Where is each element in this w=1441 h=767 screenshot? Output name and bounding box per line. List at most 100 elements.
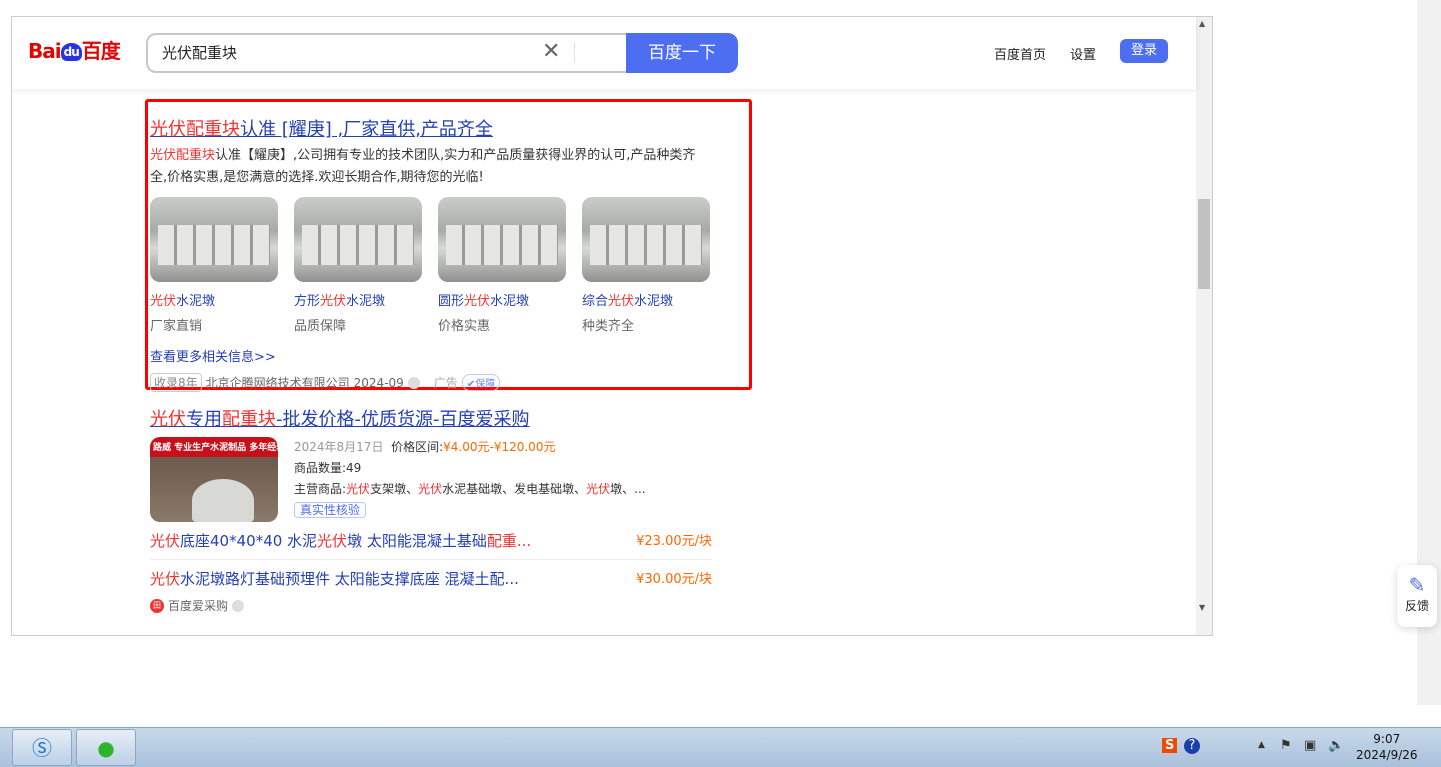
- help-icon[interactable]: ?: [1184, 738, 1200, 754]
- product-text: 墩 太阳能混凝土基础: [347, 532, 487, 550]
- feedback-label: 反馈: [1404, 599, 1429, 613]
- card-subtitle: 价格实惠: [438, 319, 491, 334]
- home-link[interactable]: 百度首页: [994, 44, 1046, 63]
- title-highlight: 光伏配重块: [150, 119, 240, 140]
- volume-icon[interactable]: 🔈: [1328, 738, 1344, 753]
- product-highlight: 光伏: [317, 532, 348, 550]
- desc-highlight: 光伏配重块: [150, 148, 216, 163]
- logo-paw: du: [60, 43, 82, 61]
- guarantee-label: 保障: [475, 379, 496, 390]
- product-row[interactable]: 光伏水泥墩路灯基础预埋件 太阳能支撑底座 混凝土配... ¥30.00元/块: [150, 560, 712, 597]
- taskbar: Ⓢ ● S ? ▲ ⚑ ▣ 🔈 9:07 2024/9/26: [0, 727, 1441, 767]
- company-name[interactable]: 北京企腾网络技术有限公司: [206, 374, 350, 391]
- ad-label: 广告: [433, 376, 458, 390]
- product-text: 底座40*40*40 水泥: [180, 532, 318, 550]
- result-title-link[interactable]: 光伏专用配重块-批发价格-优质货源-百度爱采购: [150, 409, 529, 430]
- desc-text: 认准【耀庚】,公司拥有专业的技术团队,实力和产品质量获得业界的认可,产品种类齐全…: [150, 148, 696, 185]
- card-title: 综合: [582, 294, 609, 309]
- action-center-flag-icon[interactable]: ⚑: [1280, 738, 1292, 753]
- clock-time: 9:07: [1373, 732, 1401, 746]
- product-card[interactable]: 方形光伏水泥墩品质保障: [294, 197, 422, 334]
- product-image[interactable]: [150, 197, 278, 282]
- card-title-highlight: 光伏: [320, 294, 347, 309]
- scroll-down-icon[interactable]: ▼: [1199, 603, 1205, 612]
- title-text: 认准 [耀庚] ,厂家直供,产品齐全: [240, 119, 493, 140]
- title-text: -批发价格-优质货源-百度爱采购: [276, 409, 530, 430]
- guarantee-badge[interactable]: ✔保障: [461, 374, 501, 391]
- product-row[interactable]: 光伏底座40*40*40 水泥光伏墩 太阳能混凝土基础配重... ¥23.00元/…: [150, 522, 712, 560]
- result-description: 光伏配重块认准【耀庚】,公司拥有专业的技术团队,实力和产品质量获得业界的认可,产…: [150, 145, 712, 189]
- scrollbar-thumb[interactable]: [1198, 199, 1210, 289]
- sogou-ime-icon[interactable]: S: [1162, 738, 1178, 753]
- show-hidden-icon[interactable]: ▲: [1258, 740, 1265, 750]
- main-highlight: 光伏: [586, 482, 611, 496]
- main-highlight: 光伏: [346, 482, 371, 496]
- clock-date: 2024/9/26: [1356, 748, 1418, 762]
- shop-image[interactable]: 路威 专业生产水泥制品 多年经验: [150, 437, 278, 522]
- main-text: 墩、...: [610, 482, 646, 496]
- card-title-highlight: 光伏: [464, 294, 491, 309]
- main-label: 主营商品:: [294, 482, 347, 496]
- result-title-link[interactable]: 光伏配重块认准 [耀庚] ,厂家直供,产品齐全: [150, 119, 493, 140]
- result-source: 收录8年 北京企腾网络技术有限公司 2024-09 广告 ✔保障: [150, 373, 712, 392]
- product-highlight: 配重...: [486, 532, 532, 550]
- clock[interactable]: 9:07 2024/9/26: [1356, 731, 1418, 763]
- network-icon[interactable]: ▣: [1304, 738, 1316, 753]
- card-title-highlight: 光伏: [608, 294, 635, 309]
- source-name[interactable]: 百度爱采购: [168, 597, 228, 614]
- product-text: 水泥墩路灯基础预埋件 太阳能支撑底座 混凝土配...: [180, 570, 519, 588]
- price-range: ¥4.00元-¥120.00元: [443, 440, 556, 454]
- feedback-button[interactable]: ✎ 反馈: [1397, 565, 1437, 627]
- dropdown-icon[interactable]: [232, 599, 245, 612]
- browser-frame: 光伏配重块认准 [耀庚] ,厂家直供,产品齐全 光伏配重块认准【耀庚】,公司拥有…: [11, 16, 1213, 636]
- card-title: 水泥墩: [634, 294, 674, 309]
- main-text: 水泥基础墩、发电基础墩、: [442, 482, 587, 496]
- settings-link[interactable]: 设置: [1070, 44, 1096, 63]
- product-card[interactable]: 综合光伏水泥墩种类齐全: [582, 197, 710, 334]
- scrollbar[interactable]: [1196, 17, 1212, 635]
- card-subtitle: 厂家直销: [150, 319, 203, 334]
- product-card[interactable]: 光伏水泥墩厂家直销: [150, 197, 278, 334]
- card-title: 水泥墩: [346, 294, 386, 309]
- main-highlight: 光伏: [418, 482, 443, 496]
- card-title: 方形: [294, 294, 321, 309]
- scroll-up-icon[interactable]: ▲: [1199, 19, 1205, 28]
- image-caption: 路威 专业生产水泥制品 多年经验: [153, 443, 278, 453]
- product-highlight: 光伏: [150, 570, 181, 588]
- title-text: 专用: [186, 409, 222, 430]
- baidu-logo[interactable]: Bai du 百度: [28, 35, 121, 64]
- card-title-highlight: 光伏: [150, 294, 177, 309]
- product-image[interactable]: [294, 197, 422, 282]
- dropdown-icon[interactable]: [407, 376, 420, 389]
- login-button[interactable]: 登录: [1120, 39, 1168, 63]
- product-image[interactable]: [582, 197, 710, 282]
- wechat-icon[interactable]: ●: [76, 729, 136, 766]
- clear-icon[interactable]: ✕: [542, 39, 560, 64]
- more-info-link[interactable]: 查看更多相关信息>>: [150, 346, 712, 365]
- verify-badge[interactable]: 真实性核验: [294, 502, 367, 518]
- aicaigou-result: 光伏专用配重块-批发价格-优质货源-百度爱采购 路威 专业生产水泥制品 多年经验…: [150, 405, 712, 614]
- count-label: 商品数量:: [294, 461, 347, 475]
- sogou-browser-icon[interactable]: Ⓢ: [12, 729, 72, 766]
- aicaigou-icon: 田: [150, 598, 164, 613]
- product-image[interactable]: [438, 197, 566, 282]
- card-subtitle: 种类齐全: [582, 319, 635, 334]
- card-title: 圆形: [438, 294, 465, 309]
- divider: [574, 43, 575, 63]
- product-price: ¥30.00元/块: [636, 572, 712, 587]
- years-tag: 收录8年: [150, 373, 202, 392]
- card-title: 水泥墩: [176, 294, 216, 309]
- card-title: 水泥墩: [490, 294, 530, 309]
- edit-icon: ✎: [1408, 573, 1426, 597]
- page-blank: [0, 705, 1441, 727]
- search-button[interactable]: 百度一下: [626, 33, 738, 73]
- main-text: 支架墩、: [370, 482, 419, 496]
- product-card[interactable]: 圆形光伏水泥墩价格实惠: [438, 197, 566, 334]
- price-label: 价格区间:: [391, 440, 444, 454]
- product-count: 49: [346, 461, 362, 475]
- card-subtitle: 品质保障: [294, 319, 347, 334]
- ad-result: 光伏配重块认准 [耀庚] ,厂家直供,产品齐全 光伏配重块认准【耀庚】,公司拥有…: [150, 115, 712, 392]
- result-date: 2024-09: [353, 375, 404, 390]
- product-highlight: 光伏: [150, 532, 181, 550]
- title-highlight: 光伏: [150, 409, 186, 430]
